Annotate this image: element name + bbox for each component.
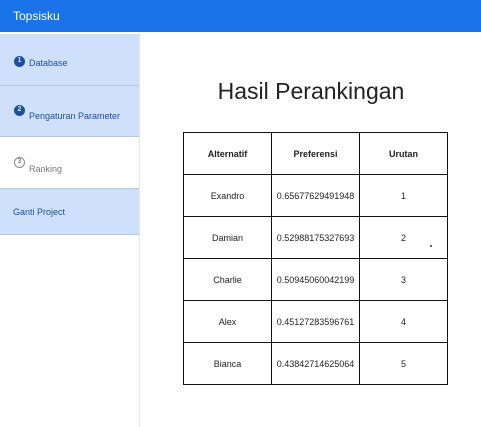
cell-urutan: 3	[359, 258, 448, 301]
cell-alternatif: Alex	[183, 300, 272, 343]
table-header-row: Alternatif Preferensi Urutan	[183, 132, 448, 175]
sidebar-item-label: Ranking	[29, 164, 63, 174]
cell-urutan: 2	[359, 216, 448, 259]
sidebar-item-label: Ganti Project	[13, 207, 66, 217]
sidebar: 1 Database 2 Pengaturan Parameter 3 Rank…	[0, 32, 140, 427]
sidebar-item-database[interactable]: 1 Database	[0, 34, 139, 86]
column-header-urutan: Urutan	[359, 132, 448, 175]
cell-urutan: 1	[359, 174, 448, 217]
sidebar-item-pengaturan-parameter[interactable]: 2 Pengaturan Parameter	[0, 86, 139, 137]
table-row: Damian 0.52988175327693 2	[183, 216, 448, 259]
stray-dot	[430, 245, 432, 247]
step-2-icon: 2	[14, 105, 25, 116]
cell-preferensi: 0.50945060042199	[271, 258, 360, 301]
table-row: Bianca 0.43842714625064 5	[183, 342, 448, 385]
ranking-table: Alternatif Preferensi Urutan Exandro 0.6…	[183, 132, 448, 385]
app-title[interactable]: Topsisku	[13, 9, 60, 23]
cell-alternatif: Damian	[183, 216, 272, 259]
sidebar-item-label: Database	[29, 58, 68, 68]
cell-preferensi: 0.52988175327693	[271, 216, 360, 259]
cell-preferensi: 0.45127283596761	[271, 300, 360, 343]
cell-alternatif: Charlie	[183, 258, 272, 301]
page-title: Hasil Perankingan	[217, 78, 405, 104]
table-row: Exandro 0.65677629491948 1	[183, 174, 448, 217]
cell-preferensi: 0.65677629491948	[271, 174, 360, 217]
app-header: Topsisku	[0, 0, 481, 32]
table-row: Alex 0.45127283596761 4	[183, 300, 448, 343]
sidebar-item-label: Pengaturan Parameter	[29, 111, 121, 121]
sidebar-item-ganti-project[interactable]: Ganti Project	[0, 189, 139, 235]
cell-urutan: 4	[359, 300, 448, 343]
step-1-icon: 1	[14, 56, 25, 67]
column-header-alternatif: Alternatif	[183, 132, 272, 175]
sidebar-item-ranking[interactable]: 3 Ranking	[0, 137, 139, 189]
table-row: Charlie 0.50945060042199 3	[183, 258, 448, 301]
cell-alternatif: Bianca	[183, 342, 272, 385]
cell-preferensi: 0.43842714625064	[271, 342, 360, 385]
column-header-preferensi: Preferensi	[271, 132, 360, 175]
cell-alternatif: Exandro	[183, 174, 272, 217]
main-content: Hasil Perankingan Alternatif Preferensi …	[141, 32, 481, 427]
cell-urutan: 5	[359, 342, 448, 385]
step-3-icon: 3	[14, 157, 25, 168]
